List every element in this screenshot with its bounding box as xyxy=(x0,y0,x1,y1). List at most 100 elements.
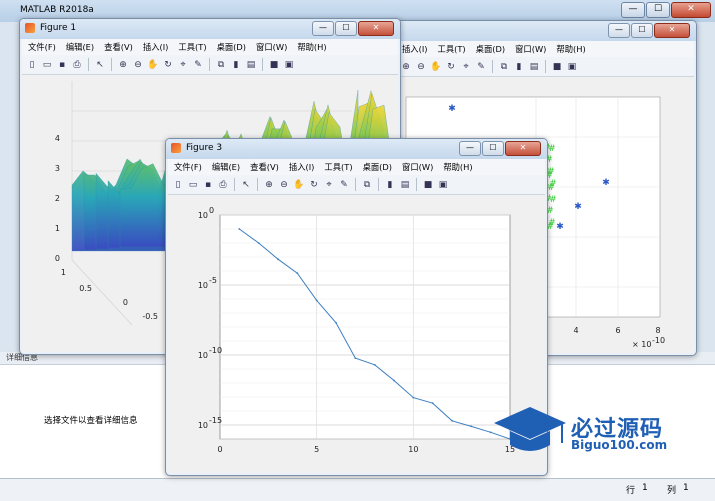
x-tick-label: 0 xyxy=(217,445,222,454)
figure2-close-button[interactable]: ✕ xyxy=(654,23,690,38)
figure3-minimize-button[interactable]: — xyxy=(459,141,481,156)
hide-tools-icon[interactable]: ■ xyxy=(268,59,280,71)
hide-tools-icon[interactable]: ■ xyxy=(551,61,563,73)
menu-window[interactable]: 窗口(W) xyxy=(256,41,287,53)
zoom-in-icon[interactable]: ⊕ xyxy=(117,59,129,71)
new-figure-icon[interactable]: ▯ xyxy=(26,59,38,71)
menu-insert[interactable]: 插入(I) xyxy=(289,161,315,173)
menu-tools[interactable]: 工具(T) xyxy=(178,41,206,53)
menu-desktop[interactable]: 桌面(D) xyxy=(363,161,392,173)
main-window-title: MATLAB R2018a xyxy=(20,5,94,15)
zoom-in-icon[interactable]: ⊕ xyxy=(263,179,275,191)
status-bar xyxy=(0,478,715,501)
maximize-button[interactable]: ☐ xyxy=(646,2,670,18)
data-point xyxy=(335,321,337,324)
details-message: 选择文件以查看详细信息 xyxy=(44,416,138,426)
save-icon[interactable]: ▪ xyxy=(56,59,68,71)
data-cursor-icon[interactable]: ⌖ xyxy=(177,59,189,71)
brush-icon[interactable]: ✎ xyxy=(338,179,350,191)
zoom-out-icon[interactable]: ⊖ xyxy=(415,61,427,73)
menu-help[interactable]: 帮助(H) xyxy=(443,161,472,173)
menu-edit[interactable]: 编辑(E) xyxy=(66,41,94,53)
data-cursor-icon[interactable]: ⌖ xyxy=(323,179,335,191)
hide-tools-icon[interactable]: ■ xyxy=(422,179,434,191)
menu-help[interactable]: 帮助(H) xyxy=(556,43,585,55)
data-point xyxy=(451,419,453,422)
link-plot-icon[interactable]: ⧉ xyxy=(215,59,227,71)
pan-icon[interactable]: ✋ xyxy=(147,59,159,71)
figure1-z-tick: 2 xyxy=(55,194,60,203)
figure1-minimize-button[interactable]: — xyxy=(312,21,334,36)
figure2-minimize-button[interactable]: — xyxy=(608,23,630,38)
edit-plot-icon[interactable]: ↖ xyxy=(240,179,252,191)
figure1-z-tick: 3 xyxy=(55,164,60,173)
figure3-menubar: 文件(F) 编辑(E) 查看(V) 插入(I) 工具(T) 桌面(D) 窗口(W… xyxy=(168,159,545,175)
save-icon[interactable]: ▪ xyxy=(202,179,214,191)
colorbar-icon[interactable]: ▮ xyxy=(230,59,242,71)
legend-icon[interactable]: ▤ xyxy=(399,179,411,191)
print-icon[interactable]: ⎙ xyxy=(71,59,83,71)
matlab-logo-icon xyxy=(171,143,181,153)
menu-file[interactable]: 文件(F) xyxy=(28,41,56,53)
menu-tools[interactable]: 工具(T) xyxy=(324,161,352,173)
rotate-icon[interactable]: ↻ xyxy=(162,59,174,71)
scatter-marker: ✱ xyxy=(602,178,610,188)
figure2-maximize-button[interactable]: ☐ xyxy=(631,23,653,38)
brush-icon[interactable]: ✎ xyxy=(475,61,487,73)
dock-icon[interactable]: ▣ xyxy=(566,61,578,73)
data-point xyxy=(277,258,279,261)
scatter-marker: # xyxy=(547,183,555,193)
pan-icon[interactable]: ✋ xyxy=(430,61,442,73)
menu-file[interactable]: 文件(F) xyxy=(174,161,202,173)
legend-icon[interactable]: ▤ xyxy=(528,61,540,73)
figure1-title: Figure 1 xyxy=(40,23,77,33)
menu-desktop[interactable]: 桌面(D) xyxy=(217,41,246,53)
status-row-value: 1 xyxy=(642,483,648,493)
edit-plot-icon[interactable]: ↖ xyxy=(94,59,106,71)
dock-icon[interactable]: ▣ xyxy=(283,59,295,71)
figure3-window[interactable]: Figure 3 — ☐ ✕ 文件(F) 编辑(E) 查看(V) 插入(I) 工… xyxy=(165,138,548,476)
close-button[interactable]: ✕ xyxy=(671,2,711,18)
menu-window[interactable]: 窗口(W) xyxy=(402,161,433,173)
scatter-marker: # xyxy=(549,195,557,205)
menu-desktop[interactable]: 桌面(D) xyxy=(476,43,505,55)
menu-view[interactable]: 查看(V) xyxy=(104,41,133,53)
menu-insert[interactable]: 插入(I) xyxy=(402,43,428,55)
menu-tools[interactable]: 工具(T) xyxy=(438,43,466,55)
figure2-x-tick: 6 xyxy=(615,326,620,335)
open-file-icon[interactable]: ▭ xyxy=(41,59,53,71)
zoom-in-icon[interactable]: ⊕ xyxy=(400,61,412,73)
menu-insert[interactable]: 插入(I) xyxy=(143,41,169,53)
menu-help[interactable]: 帮助(H) xyxy=(297,41,326,53)
menu-window[interactable]: 窗口(W) xyxy=(515,43,546,55)
brush-icon[interactable]: ✎ xyxy=(192,59,204,71)
dock-icon[interactable]: ▣ xyxy=(437,179,449,191)
new-figure-icon[interactable]: ▯ xyxy=(172,179,184,191)
colorbar-icon[interactable]: ▮ xyxy=(384,179,396,191)
figure1-maximize-button[interactable]: ☐ xyxy=(335,21,357,36)
menu-edit[interactable]: 编辑(E) xyxy=(212,161,240,173)
menu-view[interactable]: 查看(V) xyxy=(250,161,279,173)
link-plot-icon[interactable]: ⧉ xyxy=(361,179,373,191)
figure1-close-button[interactable]: ✕ xyxy=(358,21,394,36)
scatter-marker: ✱ xyxy=(556,222,564,232)
pan-icon[interactable]: ✋ xyxy=(293,179,305,191)
rotate-icon[interactable]: ↻ xyxy=(308,179,320,191)
link-plot-icon[interactable]: ⧉ xyxy=(498,61,510,73)
data-point xyxy=(470,425,473,428)
rotate-icon[interactable]: ↻ xyxy=(445,61,457,73)
figure3-titlebar: Figure 3 — ☐ ✕ xyxy=(166,139,547,159)
zoom-out-icon[interactable]: ⊖ xyxy=(132,59,144,71)
figure2-menubar: 插入(I) 工具(T) 桌面(D) 窗口(W) 帮助(H) xyxy=(396,41,694,57)
minimize-button[interactable]: — xyxy=(621,2,645,18)
open-file-icon[interactable]: ▭ xyxy=(187,179,199,191)
data-cursor-icon[interactable]: ⌖ xyxy=(460,61,472,73)
figure1-toolbar: ▯ ▭ ▪ ⎙ ↖ ⊕ ⊖ ✋ ↻ ⌖ ✎ ⧉ ▮ ▤ ■ ▣ xyxy=(22,55,398,75)
zoom-out-icon[interactable]: ⊖ xyxy=(278,179,290,191)
legend-icon[interactable]: ▤ xyxy=(245,59,257,71)
figure3-maximize-button[interactable]: ☐ xyxy=(482,141,504,156)
colorbar-icon[interactable]: ▮ xyxy=(513,61,525,73)
data-point xyxy=(238,228,241,230)
print-icon[interactable]: ⎙ xyxy=(217,179,229,191)
figure3-close-button[interactable]: ✕ xyxy=(505,141,541,156)
